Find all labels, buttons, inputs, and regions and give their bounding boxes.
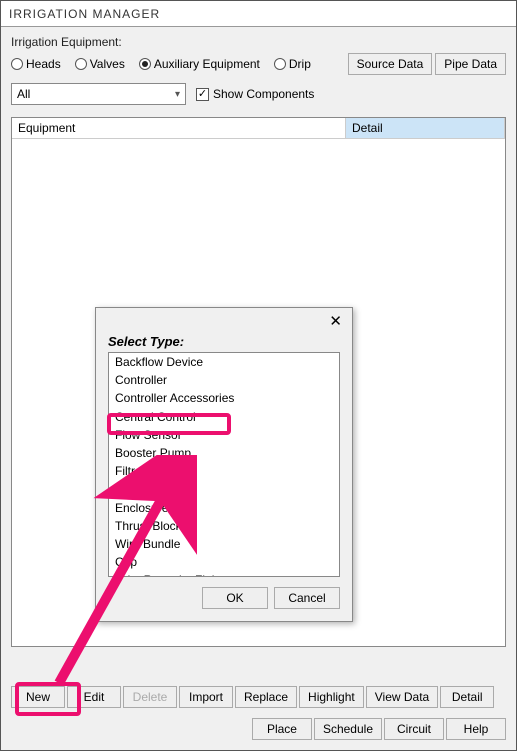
list-item[interactable]: Controller Accessories <box>109 389 339 407</box>
dialog-title: Select Type: <box>108 334 340 349</box>
radio-heads[interactable]: Heads <box>11 57 61 71</box>
list-item[interactable]: Backflow Device <box>109 353 339 371</box>
radio-drip[interactable]: Drip <box>274 57 311 71</box>
radio-valves-label: Valves <box>90 57 125 71</box>
source-data-button[interactable]: Source Data <box>348 53 433 75</box>
show-components-label: Show Components <box>213 87 314 101</box>
radio-icon <box>274 58 286 70</box>
titlebar: IRRIGATION MANAGER <box>1 1 516 27</box>
radio-heads-label: Heads <box>26 57 61 71</box>
show-components-checkbox[interactable]: ✓ Show Components <box>196 87 314 101</box>
dropdown-value: All <box>17 87 30 101</box>
ok-button[interactable]: OK <box>202 587 268 609</box>
dialog-body: Select Type: Backflow Device Controller … <box>96 334 352 621</box>
filter-dropdown[interactable]: All ▾ <box>11 83 186 105</box>
help-button[interactable]: Help <box>446 718 506 740</box>
list-item[interactable]: Enclosures <box>109 499 339 517</box>
list-item[interactable]: Central Control <box>109 408 339 426</box>
dialog-buttons: OK Cancel <box>108 587 340 609</box>
edit-button[interactable]: Edit <box>67 686 121 708</box>
import-button[interactable]: Import <box>179 686 233 708</box>
list-item[interactable]: Wire Bundle <box>109 535 339 553</box>
chevron-down-icon: ▾ <box>175 89 180 100</box>
dialog-header: ✕ <box>96 308 352 334</box>
radio-icon <box>75 58 87 70</box>
content-area: Irrigation Equipment: Heads Valves Auxil… <box>1 27 516 750</box>
equipment-group-label: Irrigation Equipment: <box>11 35 506 49</box>
pipe-data-button[interactable]: Pipe Data <box>435 53 506 75</box>
list-item[interactable]: Flow Sensor <box>109 426 339 444</box>
circuit-button[interactable]: Circuit <box>384 718 444 740</box>
close-icon[interactable]: ✕ <box>325 312 346 330</box>
list-item[interactable]: Booster Pump <box>109 444 339 462</box>
highlight-button[interactable]: Highlight <box>299 686 364 708</box>
radio-aux-label: Auxiliary Equipment <box>154 57 260 71</box>
equipment-radio-group: Heads Valves Auxiliary Equipment Drip <box>11 57 319 71</box>
list-item[interactable]: Cap <box>109 553 339 571</box>
list-item[interactable]: Controller <box>109 371 339 389</box>
radio-valves[interactable]: Valves <box>75 57 125 71</box>
type-listbox[interactable]: Backflow Device Controller Controller Ac… <box>108 352 340 577</box>
radio-icon <box>139 58 151 70</box>
checkbox-icon: ✓ <box>196 88 209 101</box>
view-data-button[interactable]: View Data <box>366 686 438 708</box>
place-button[interactable]: Place <box>252 718 312 740</box>
action-buttons-row1: New Edit Delete Import Replace Highlight… <box>11 686 494 708</box>
table-header-row: Equipment Detail <box>12 118 505 139</box>
data-buttons: Source Data Pipe Data <box>348 53 506 75</box>
schedule-button[interactable]: Schedule <box>314 718 382 740</box>
list-item[interactable]: Fertigation <box>109 480 339 498</box>
replace-button[interactable]: Replace <box>235 686 297 708</box>
delete-button[interactable]: Delete <box>123 686 177 708</box>
select-type-dialog: ✕ Select Type: Backflow Device Controlle… <box>95 307 353 622</box>
new-button[interactable]: New <box>11 686 65 708</box>
irrigation-manager-window: IRRIGATION MANAGER Irrigation Equipment:… <box>0 0 517 751</box>
list-item[interactable]: Filtration <box>109 462 339 480</box>
top-row: Heads Valves Auxiliary Equipment Drip So… <box>11 53 506 75</box>
radio-auxiliary[interactable]: Auxiliary Equipment <box>139 57 260 71</box>
col-detail[interactable]: Detail <box>346 118 505 139</box>
cancel-button[interactable]: Cancel <box>274 587 340 609</box>
radio-icon <box>11 58 23 70</box>
list-item[interactable]: Thrust Block <box>109 517 339 535</box>
detail-button[interactable]: Detail <box>440 686 494 708</box>
list-item[interactable]: Joint Restraint Fitting <box>109 571 339 577</box>
window-title: IRRIGATION MANAGER <box>9 7 160 21</box>
action-buttons-row2: Place Schedule Circuit Help <box>252 718 506 740</box>
radio-drip-label: Drip <box>289 57 311 71</box>
filter-row: All ▾ ✓ Show Components <box>11 83 506 105</box>
col-equipment[interactable]: Equipment <box>12 118 346 139</box>
